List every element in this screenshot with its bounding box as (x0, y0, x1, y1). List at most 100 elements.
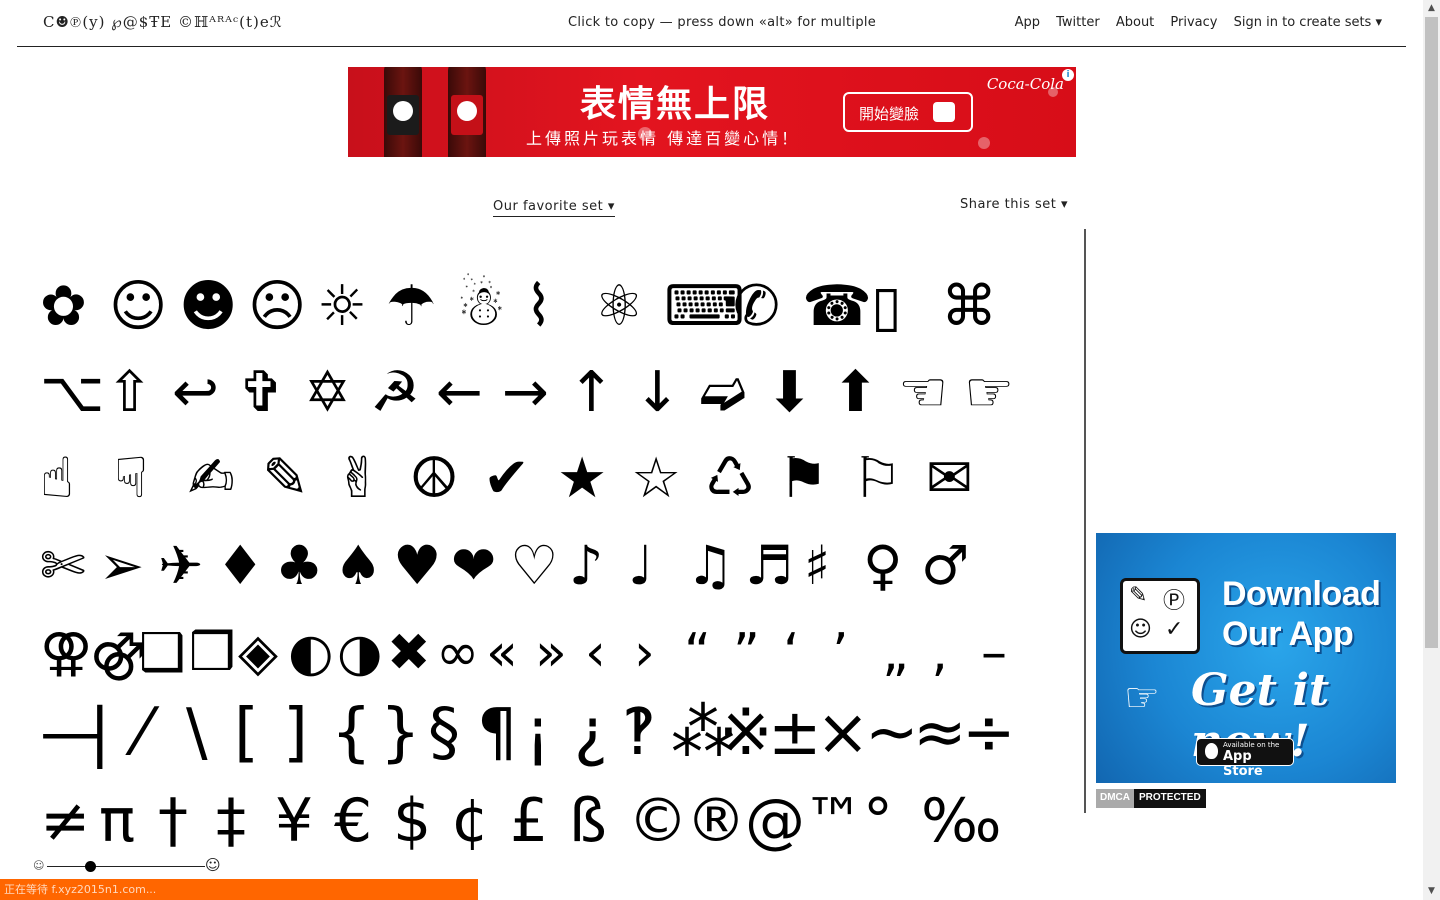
glyph-cell[interactable]: ⬇ (766, 365, 813, 421)
glyph-cell[interactable]: ¥ (275, 791, 313, 851)
glyph-cell[interactable]: › (634, 627, 655, 679)
scroll-thumb[interactable] (1425, 17, 1438, 648)
glyph-cell[interactable]: ✆ (733, 279, 780, 335)
glyph-cell[interactable]: ⬆ (832, 365, 879, 421)
glyph-cell[interactable]: ◈ (238, 627, 278, 679)
slider-track[interactable] (47, 866, 205, 867)
nav-sign-in[interactable]: Sign in to create sets ▾ (1234, 15, 1382, 30)
nav-twitter[interactable]: Twitter (1056, 15, 1100, 30)
glyph-cell[interactable]: € (334, 791, 372, 851)
glyph-cell[interactable]: ▯ (871, 279, 902, 335)
glyph-cell[interactable]: ◑ (337, 627, 382, 679)
glyph-cell[interactable]: ⌘ (941, 279, 997, 335)
ad-info-icon[interactable]: i (1062, 69, 1074, 81)
glyph-cell[interactable]: ° (863, 791, 893, 851)
app-download-ad[interactable]: ✎ Ⓟ ☺ ✓ Download Our App ☞ Get it now! A… (1096, 533, 1396, 783)
glyph-cell[interactable]: © (628, 791, 688, 851)
glyph-cell[interactable]: \ (186, 701, 208, 765)
glyph-cell[interactable]: ✡ (304, 365, 351, 421)
glyph-cell[interactable]: ☹ (248, 279, 306, 335)
glyph-cell[interactable]: ♀ (863, 539, 903, 593)
glyph-cell[interactable]: ✄ (40, 539, 85, 593)
glyph-cell[interactable]: ♪ (569, 539, 603, 593)
glyph-cell[interactable]: | (89, 701, 111, 765)
glyph-cell[interactable]: ⚢ (40, 627, 92, 679)
set-selector[interactable]: Our favorite set ▾ (493, 199, 615, 217)
glyph-cell[interactable]: ⚑ (778, 451, 828, 507)
glyph-cell[interactable]: ± (768, 701, 822, 765)
glyph-cell[interactable]: † (158, 791, 188, 851)
glyph-cell[interactable]: ≠ (40, 791, 90, 851)
glyph-cell[interactable]: ⚐ (852, 451, 902, 507)
glyph-cell[interactable]: { (331, 701, 372, 765)
nav-privacy[interactable]: Privacy (1170, 15, 1217, 30)
ad-cta-button[interactable]: 開始變臉 (843, 92, 973, 132)
scroll-up-icon[interactable]: ▲ (1423, 0, 1440, 17)
share-set-button[interactable]: Share this set ▾ (960, 197, 1068, 212)
glyph-cell[interactable]: ‡ (216, 791, 246, 851)
glyph-cell[interactable]: ◐ (288, 627, 333, 679)
glyph-cell[interactable]: ® (686, 791, 746, 851)
glyph-cell[interactable]: – (981, 627, 1007, 679)
glyph-cell[interactable]: ß (569, 791, 607, 851)
glyph-cell[interactable]: → (502, 365, 549, 421)
glyph-cell[interactable]: ⌥ (40, 365, 105, 421)
glyph-cell[interactable]: « (486, 627, 518, 679)
glyph-cell[interactable]: [ (234, 701, 259, 765)
glyph-cell[interactable]: ♺ (705, 451, 755, 507)
glyph-cell[interactable]: ♯ (804, 539, 830, 593)
glyph-cell[interactable]: ☃ (456, 279, 506, 335)
scroll-down-icon[interactable]: ▼ (1423, 883, 1440, 900)
glyph-cell[interactable]: ‽ (622, 701, 656, 765)
glyph-cell[interactable]: ¶ (477, 701, 518, 765)
glyph-cell[interactable]: × (816, 701, 870, 765)
glyph-cell[interactable]: ☎ (802, 279, 872, 335)
glyph-cell[interactable]: ☭ (370, 365, 420, 421)
glyph-cell[interactable]: § (428, 701, 460, 765)
glyph-cell[interactable]: “ (684, 627, 711, 679)
glyph-cell[interactable]: ∞ (436, 627, 479, 679)
glyph-cell[interactable]: ’ (832, 627, 849, 679)
glyph-cell[interactable]: ☮ (409, 451, 459, 507)
site-logo[interactable]: C☻℗(y) ℘@$ŦE ©ℍᴬᴿᴬᶜ(t)eℛ (43, 13, 283, 32)
glyph-cell[interactable]: ™ (804, 791, 864, 851)
glyph-cell[interactable]: ☆ (631, 451, 681, 507)
glyph-cell[interactable]: π (99, 791, 135, 851)
glyph-cell[interactable]: ✈ (158, 539, 203, 593)
glyph-cell[interactable]: ↩ (172, 365, 219, 421)
glyph-cell[interactable]: ⌇ (525, 279, 552, 335)
nav-app[interactable]: App (1015, 15, 1040, 30)
glyph-cell[interactable]: ❑ (139, 627, 186, 679)
glyph-cell[interactable]: £ (510, 791, 548, 851)
glyph-cell[interactable]: ✞ (238, 365, 285, 421)
glyph-cell[interactable]: ⇧ (106, 365, 153, 421)
glyph-cell[interactable]: ☺ (109, 279, 167, 335)
glyph-cell[interactable]: ➢ (99, 539, 144, 593)
glyph-cell[interactable]: ☻ (179, 279, 237, 335)
glyph-cell[interactable]: ≈ (913, 701, 967, 765)
glyph-cell[interactable]: ⁄ (137, 701, 148, 765)
glyph-cell[interactable]: ~ (865, 701, 919, 765)
glyph-cell[interactable]: ✎ (262, 451, 309, 507)
glyph-cell[interactable]: » (535, 627, 567, 679)
glyph-cell[interactable]: ❒ (189, 627, 236, 679)
glyph-cell[interactable]: ¿ (574, 701, 608, 765)
glyph-cell[interactable]: ‚ (931, 627, 948, 679)
glyph-cell[interactable]: ♣ (275, 539, 323, 593)
glyph-cell[interactable]: ‰ (921, 791, 1002, 851)
dmca-badge[interactable]: DMCA PROTECTED (1096, 789, 1206, 808)
glyph-cell[interactable]: $ (393, 791, 431, 851)
glyph-cell[interactable]: ♂ (921, 539, 969, 593)
page-scrollbar[interactable]: ▲ ▼ (1423, 0, 1440, 900)
glyph-cell[interactable]: ✿ (40, 279, 87, 335)
slider-thumb[interactable] (85, 861, 96, 872)
glyph-cell[interactable]: ÷ (962, 701, 1016, 765)
glyph-cell[interactable]: ✌ (335, 451, 382, 507)
glyph-cell[interactable]: ¡ (525, 701, 551, 765)
glyph-cell[interactable]: ※ (719, 701, 773, 765)
glyph-cell[interactable]: ☼ (317, 279, 367, 335)
glyph-cell[interactable]: ‹ (585, 627, 606, 679)
glyph-cell[interactable]: ☞ (964, 365, 1014, 421)
app-store-badge[interactable]: Available on the App Store (1196, 738, 1294, 779)
glyph-cell[interactable]: ♬ (745, 539, 793, 593)
